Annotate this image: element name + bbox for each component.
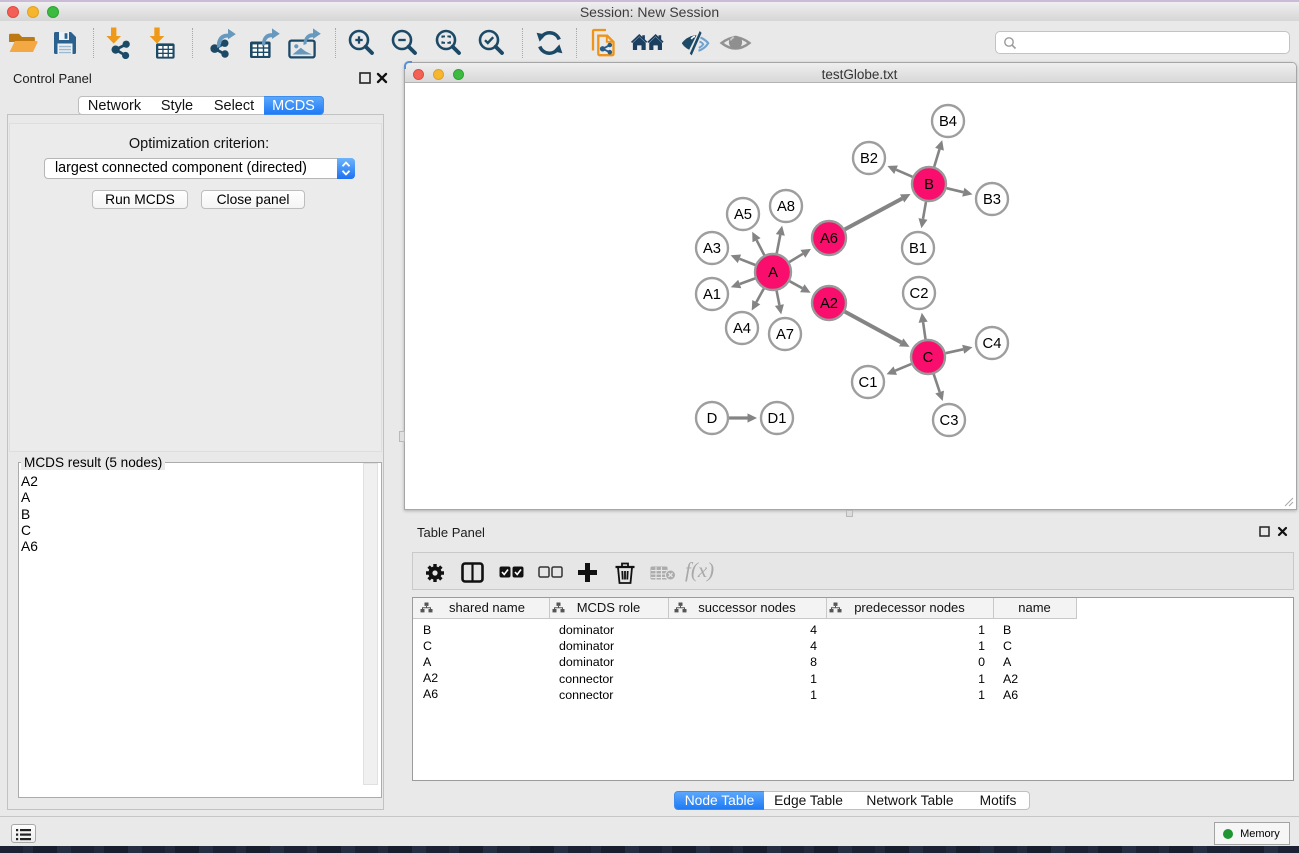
- svg-text:A7: A7: [776, 327, 794, 343]
- svg-text:A8: A8: [777, 199, 795, 215]
- svg-text:A2: A2: [820, 296, 838, 312]
- svg-text:B4: B4: [939, 114, 957, 130]
- svg-text:B3: B3: [983, 192, 1001, 208]
- svg-text:D: D: [707, 411, 718, 427]
- svg-text:C4: C4: [983, 336, 1002, 352]
- svg-text:B1: B1: [909, 241, 927, 257]
- svg-text:A4: A4: [733, 321, 751, 337]
- svg-text:C: C: [923, 350, 934, 366]
- svg-text:A3: A3: [703, 241, 721, 257]
- svg-text:B: B: [924, 177, 934, 193]
- svg-text:D1: D1: [768, 411, 787, 427]
- svg-text:A: A: [768, 265, 778, 281]
- svg-text:C1: C1: [859, 375, 878, 391]
- svg-text:A1: A1: [703, 287, 721, 303]
- svg-text:C2: C2: [910, 286, 929, 302]
- svg-text:A5: A5: [734, 207, 752, 223]
- svg-text:C3: C3: [940, 413, 959, 429]
- svg-text:B2: B2: [860, 151, 878, 167]
- svg-text:A6: A6: [820, 231, 838, 247]
